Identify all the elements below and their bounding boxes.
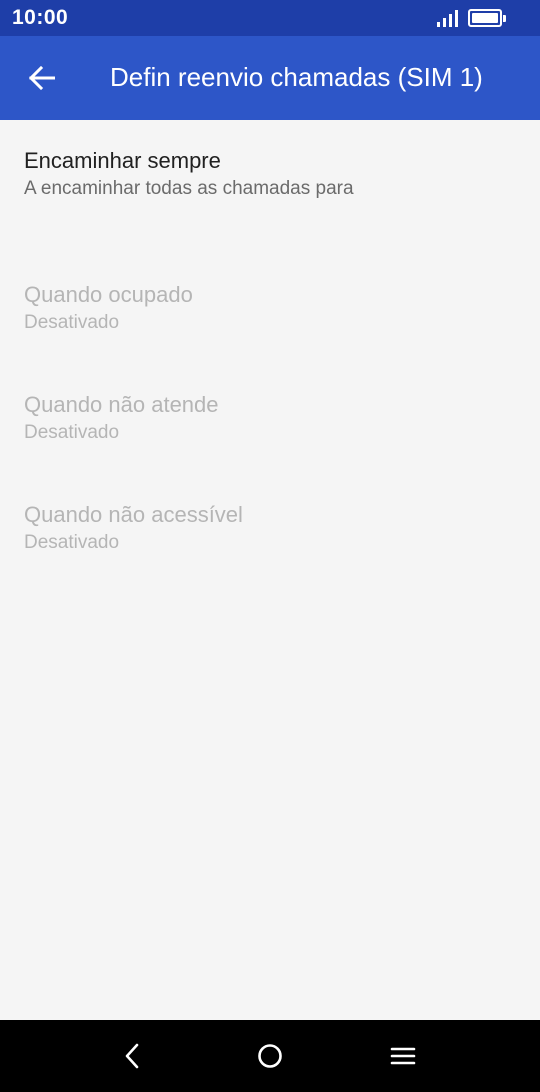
status-icons [437, 9, 506, 27]
status-bar: 10:00 [0, 0, 540, 36]
pref-summary: Desativado [24, 422, 120, 443]
nav-home-button[interactable] [250, 1036, 290, 1076]
status-time: 10:00 [12, 6, 69, 29]
battery-icon [468, 9, 506, 27]
pref-forward-always[interactable]: Encaminhar sempre A encaminhar todas as … [0, 146, 540, 202]
navigation-bar [0, 1020, 540, 1092]
signal-icon [437, 9, 458, 27]
nav-menu-button[interactable] [383, 1036, 423, 1076]
menu-lines-icon [390, 1047, 416, 1065]
nav-back-button[interactable] [112, 1036, 152, 1076]
back-triangle-icon [125, 1043, 139, 1069]
page-title: Defin reenvio chamadas (SIM 1) [110, 62, 483, 92]
pref-when-unreachable: Quando não acessível Desativado [0, 500, 540, 556]
pref-when-unanswered: Quando não atende Desativado [0, 390, 540, 446]
pref-title: Quando não atende [24, 392, 219, 417]
battery-level [472, 13, 498, 23]
back-button[interactable] [22, 58, 62, 98]
app-bar: Defin reenvio chamadas (SIM 1) [0, 36, 540, 120]
pref-title: Quando ocupado [24, 282, 193, 307]
home-circle-icon [258, 1044, 282, 1068]
pref-title: Encaminhar sempre [24, 148, 221, 173]
pref-title: Quando não acessível [24, 502, 243, 527]
pref-summary: Desativado [24, 532, 120, 553]
pref-summary: A encaminhar todas as chamadas para [24, 178, 354, 199]
pref-summary: Desativado [24, 312, 120, 333]
pref-when-busy: Quando ocupado Desativado [0, 280, 540, 336]
arrow-left-icon [29, 66, 55, 90]
